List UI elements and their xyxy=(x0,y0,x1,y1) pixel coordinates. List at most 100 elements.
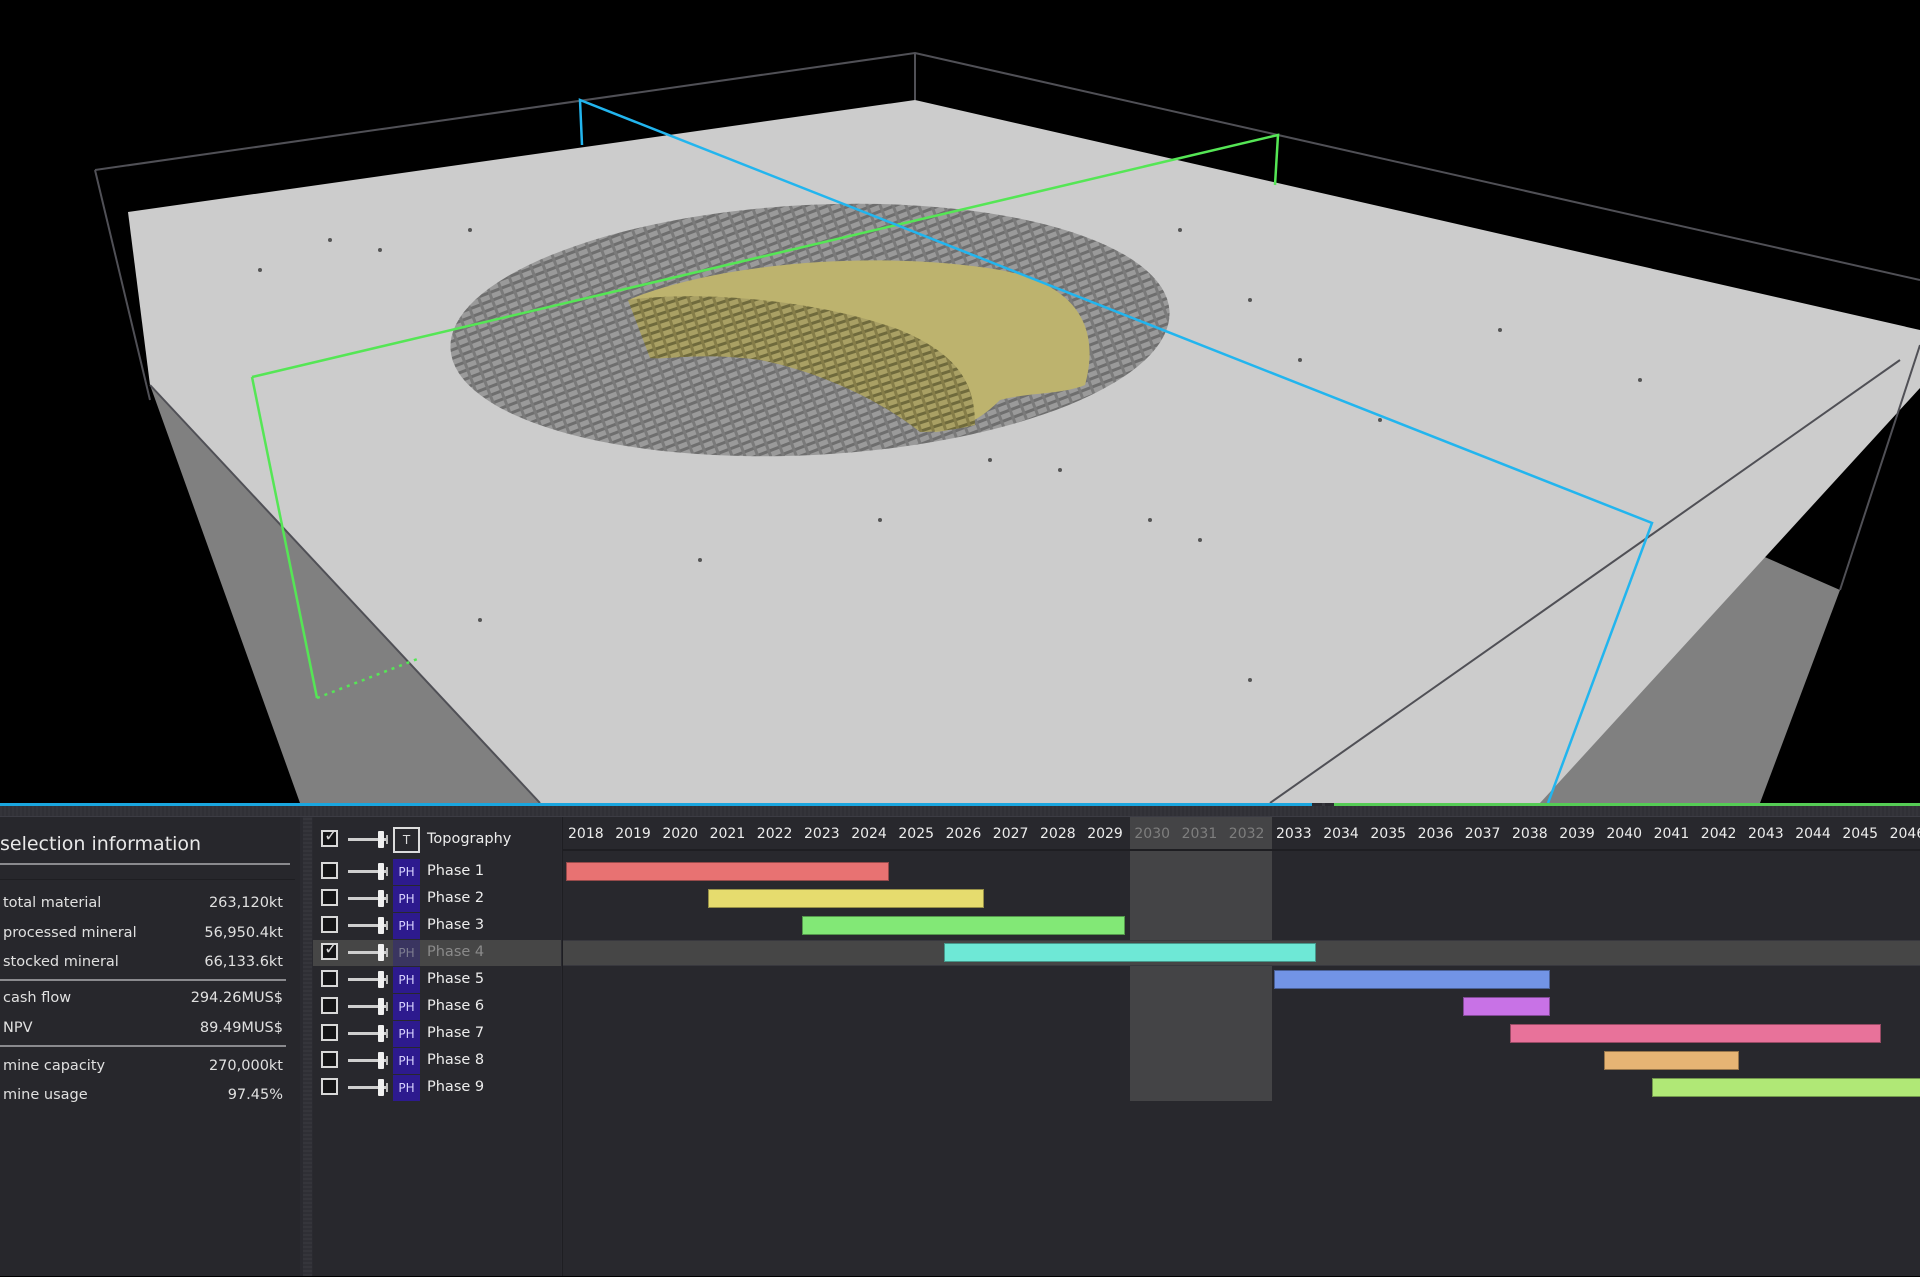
info-value: 56,950.4kt xyxy=(204,925,283,941)
panel-resize-strip[interactable] xyxy=(0,806,1920,817)
info-panel-splitter[interactable] xyxy=(303,817,312,1276)
info-label: cash flow xyxy=(3,990,72,1006)
info-row-processed-mineral: processed mineral 56,950.4kt xyxy=(3,925,283,949)
visibility-checkbox[interactable] xyxy=(321,1024,338,1041)
layer-row-phase[interactable]: PH Phase 1 xyxy=(313,859,561,885)
opacity-slider[interactable] xyxy=(348,863,388,880)
slider-thumb[interactable] xyxy=(378,1079,384,1096)
selection-info-title: selection information xyxy=(0,833,202,855)
layer-row-phase[interactable]: PH Phase 7 xyxy=(313,1021,561,1047)
info-label: mine usage xyxy=(3,1087,88,1103)
layer-row-phase[interactable]: PH Phase 3 xyxy=(313,913,561,939)
info-label: mine capacity xyxy=(3,1058,106,1074)
opacity-slider[interactable] xyxy=(348,944,388,961)
opacity-slider[interactable] xyxy=(348,831,388,848)
phase-bar[interactable] xyxy=(802,916,1126,935)
info-value: 270,000kt xyxy=(208,1058,283,1074)
phase-bar[interactable] xyxy=(707,889,984,908)
phase-timeline: 2018 2019 2020 2021 2022 2023 2024 2025 2026 2027… xyxy=(562,817,1920,1276)
layer-name: Phase 3 xyxy=(427,917,485,933)
visibility-checkbox[interactable] xyxy=(321,862,338,879)
slider-end xyxy=(386,921,388,930)
layer-row-phase[interactable]: PH Phase 6 xyxy=(313,994,561,1020)
year-label: 2045 xyxy=(1842,826,1879,842)
info-row-total-material: total material 263,120kt xyxy=(3,895,283,919)
opacity-slider[interactable] xyxy=(348,917,388,934)
slider-thumb[interactable] xyxy=(378,998,384,1015)
layer-name: Phase 8 xyxy=(427,1052,485,1068)
mine-scene[interactable] xyxy=(0,0,1920,803)
visibility-checkbox[interactable] xyxy=(321,1051,338,1068)
opacity-slider[interactable] xyxy=(348,971,388,988)
timeline-year-header: 2018 2019 2020 2021 2022 2023 2024 2025 2026 2027… xyxy=(563,817,1920,851)
slider-end xyxy=(386,894,388,903)
layer-row-phase[interactable]: PH Phase 9 xyxy=(313,1075,561,1101)
slider-thumb[interactable] xyxy=(378,863,384,880)
topography-icon: T xyxy=(393,827,420,853)
slider-thumb[interactable] xyxy=(378,917,384,934)
year-label: 2035 xyxy=(1370,826,1407,842)
year-label: 2043 xyxy=(1748,826,1784,842)
year-label: 2023 xyxy=(804,826,840,842)
slider-thumb[interactable] xyxy=(378,890,384,907)
year-label: 2022 xyxy=(756,826,793,842)
visibility-checkbox[interactable]: ✓ xyxy=(321,828,338,847)
opacity-slider[interactable] xyxy=(348,998,388,1015)
visibility-checkbox[interactable] xyxy=(321,889,338,906)
slider-thumb[interactable] xyxy=(378,971,384,988)
layer-name: Phase 4 xyxy=(427,944,485,960)
visibility-checkbox[interactable] xyxy=(321,1078,338,1095)
selection-info-panel: selection information total material 263… xyxy=(0,817,300,1276)
visibility-checkbox[interactable] xyxy=(321,916,338,933)
layer-name: Phase 5 xyxy=(427,971,485,987)
opacity-slider[interactable] xyxy=(348,1052,388,1069)
year-label: 2034 xyxy=(1323,826,1359,842)
slider-thumb[interactable] xyxy=(378,831,384,848)
year-label: 2037 xyxy=(1464,826,1501,842)
3d-viewport[interactable] xyxy=(0,0,1920,803)
phase-bar[interactable] xyxy=(1274,970,1551,989)
phase-icon: PH xyxy=(393,886,420,912)
phase-bar[interactable] xyxy=(1651,1078,1920,1097)
slider-thumb[interactable] xyxy=(378,944,384,961)
visibility-checkbox[interactable]: ✓ xyxy=(321,941,338,960)
slider-end xyxy=(386,1029,388,1038)
slider-end xyxy=(386,1002,388,1011)
phase-icon: PH xyxy=(393,1075,420,1101)
layer-row-topography[interactable]: ✓ T Topography xyxy=(313,827,561,853)
year-label: 2039 xyxy=(1559,826,1595,842)
info-value: 97.45% xyxy=(227,1087,283,1103)
layer-row-phase[interactable]: PH Phase 2 xyxy=(313,886,561,912)
year-label: 2031 xyxy=(1181,826,1218,842)
phase-icon: PH xyxy=(393,994,420,1020)
opacity-slider[interactable] xyxy=(348,1025,388,1042)
info-row-mine-usage: mine usage 97.45% xyxy=(3,1087,283,1111)
slider-end xyxy=(386,1083,388,1092)
slider-end xyxy=(386,975,388,984)
phase-bar[interactable] xyxy=(566,862,890,881)
layer-name: Phase 9 xyxy=(427,1079,485,1095)
visibility-checkbox[interactable] xyxy=(321,997,338,1014)
slider-thumb[interactable] xyxy=(378,1052,384,1069)
opacity-slider[interactable] xyxy=(348,1079,388,1096)
phase-bar[interactable] xyxy=(1604,1051,1739,1070)
phase-bar[interactable] xyxy=(943,943,1317,962)
layer-name: Phase 1 xyxy=(427,863,485,879)
year-label: 2030 xyxy=(1134,826,1171,842)
year-label: 2021 xyxy=(709,826,746,842)
info-row-stocked-mineral: stocked mineral 66,133.6kt xyxy=(3,954,283,978)
info-label: total material xyxy=(3,895,102,911)
year-label: 2024 xyxy=(851,826,887,842)
phase-bar[interactable] xyxy=(1462,997,1551,1016)
slider-thumb[interactable] xyxy=(378,1025,384,1042)
layer-name: Phase 7 xyxy=(427,1025,485,1041)
year-label: 2042 xyxy=(1700,826,1737,842)
opacity-slider[interactable] xyxy=(348,890,388,907)
year-label: 2038 xyxy=(1512,826,1548,842)
phase-bar[interactable] xyxy=(1510,1024,1881,1043)
layer-row-phase[interactable]: ✓ PH Phase 4 xyxy=(313,940,561,966)
layer-name: Topography xyxy=(427,831,512,847)
layer-row-phase[interactable]: PH Phase 5 xyxy=(313,967,561,993)
visibility-checkbox[interactable] xyxy=(321,970,338,987)
layer-row-phase[interactable]: PH Phase 8 xyxy=(313,1048,561,1074)
